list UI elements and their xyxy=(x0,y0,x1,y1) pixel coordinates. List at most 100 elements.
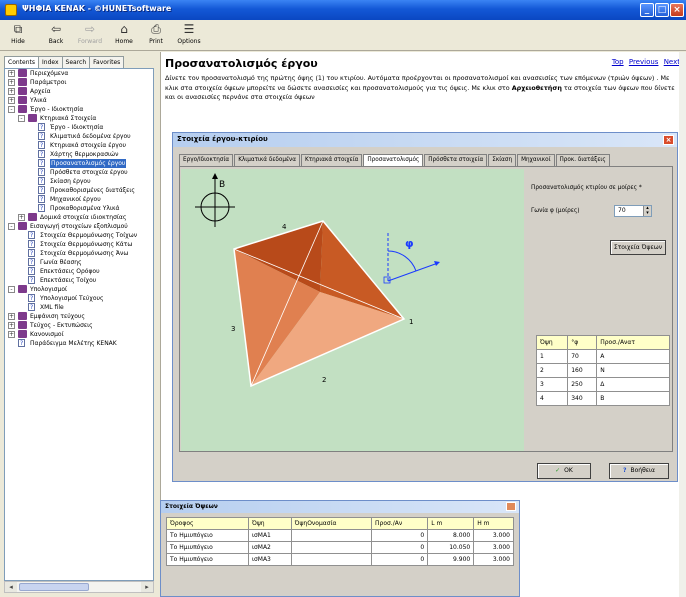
tree-item[interactable]: Στοιχεία Θερμομόνωσης Κάτω xyxy=(5,240,153,249)
table-cell[interactable]: 4 xyxy=(535,391,569,406)
angle-spinner[interactable]: ▴ ▾ xyxy=(643,206,651,216)
tree-item[interactable]: Γωνία θέασης xyxy=(5,258,153,267)
tab-climate[interactable]: Κλιματικά δεδομένα xyxy=(234,154,300,166)
table-cell[interactable]: 250 xyxy=(567,377,598,392)
tree-item[interactable]: Προκαθορισμένες διατάξεις xyxy=(5,186,153,195)
content-vertical-scrollbar[interactable] xyxy=(679,52,686,597)
tree-item[interactable]: Επεκτάσεις Τοίχου xyxy=(5,276,153,285)
expand-icon[interactable]: + xyxy=(8,88,15,95)
expand-icon[interactable]: + xyxy=(8,313,15,320)
tree-item[interactable]: Στοιχεία Θερμομόνωσης Άνω xyxy=(5,249,153,258)
tree-item[interactable]: Κτηριακά στοιχεία έργου xyxy=(5,141,153,150)
collapse-icon[interactable]: - xyxy=(8,106,15,113)
table-cell[interactable]: Δ xyxy=(596,377,670,392)
forward-button[interactable]: ⇨ Forward xyxy=(76,22,104,49)
options-button[interactable]: ☰ Options xyxy=(175,22,203,49)
tree-item[interactable]: Στοιχεία Θερμομόνωσης Τοίχων xyxy=(5,231,153,240)
table-row[interactable]: Το Ημιυπόγειο ισΜΑ1 0 8.000 3.000 xyxy=(166,529,514,542)
table-cell[interactable]: 160 xyxy=(567,363,598,378)
sides-data-button[interactable]: Στοιχεία Όψεων xyxy=(610,240,666,255)
angle-input[interactable]: 70 ▴ ▾ xyxy=(614,205,652,217)
table-cell[interactable]: Α xyxy=(596,349,670,364)
tree-item[interactable]: + Τεύχος - Εκτυπώσεις xyxy=(5,321,153,330)
expand-icon[interactable]: + xyxy=(8,70,15,77)
tree-item[interactable]: Προκαθορισμένα Υλικά xyxy=(5,204,153,213)
table-cell[interactable]: Το Ημιυπόγειο xyxy=(166,529,249,542)
tree-item[interactable]: + Αρχεία xyxy=(5,87,153,96)
tab-presets[interactable]: Προκ. διατάξεις xyxy=(555,154,610,166)
table-row[interactable]: Το Ημιυπόγειο ισΜΑ2 0 10.050 3.000 xyxy=(166,541,514,554)
column-header[interactable]: Όψη xyxy=(247,517,292,530)
table-cell[interactable]: 0 xyxy=(371,541,429,554)
scroll-thumb[interactable] xyxy=(19,583,89,591)
tree-item[interactable]: Κλιματικά δεδομένα έργου xyxy=(5,132,153,141)
table-cell[interactable]: 0 xyxy=(371,529,429,542)
contents-tree[interactable]: + Περιεχόμενα + Παράμετροι + Αρχεία + Υλικά - Έργ… xyxy=(4,68,154,581)
tree-item[interactable]: Προσανατολισμός έργου xyxy=(5,159,153,168)
close-button[interactable]: × xyxy=(670,3,684,17)
table-cell[interactable]: 3.000 xyxy=(473,529,514,542)
table-cell[interactable] xyxy=(290,553,373,566)
table-cell[interactable]: 3.000 xyxy=(473,553,514,566)
tree-item[interactable]: - Εισαγωγή στοιχείων εξοπλισμού xyxy=(5,222,153,231)
tab-index[interactable]: Index xyxy=(38,56,63,68)
table-row[interactable]: 3 250 Δ xyxy=(535,377,670,392)
dialog-close-button[interactable]: × xyxy=(663,135,674,145)
column-header[interactable]: Όψη xyxy=(535,335,569,350)
collapse-icon[interactable]: - xyxy=(8,286,15,293)
table-cell[interactable]: Το Ημιυπόγειο xyxy=(166,553,249,566)
tree-item[interactable]: Επεκτάσεις Ορόφου xyxy=(5,267,153,276)
table-cell[interactable]: 9.900 xyxy=(427,553,475,566)
table-cell[interactable]: Ν xyxy=(596,363,670,378)
tab-engineers[interactable]: Μηχανικοί xyxy=(517,154,555,166)
table-row[interactable]: Το Ημιυπόγειο ισΜΑ3 0 9.900 3.000 xyxy=(166,553,514,566)
tree-item[interactable]: - Υπολογισμοί xyxy=(5,285,153,294)
minimize-button[interactable]: _ xyxy=(640,3,654,17)
tree-item[interactable]: + Υλικά xyxy=(5,96,153,105)
table-cell[interactable]: ισΜΑ2 xyxy=(247,541,292,554)
tree-item[interactable]: + Εμφάνιση τεύχους xyxy=(5,312,153,321)
tree-item[interactable]: + Παράμετροι xyxy=(5,78,153,87)
table-cell[interactable]: 70 xyxy=(567,349,598,364)
column-header[interactable]: ΌψηΟνομασία xyxy=(290,517,373,530)
tab-project[interactable]: Εργο/Ιδιοκτησία xyxy=(179,154,234,166)
tree-item[interactable]: - Κτηριακά Στοιχεία xyxy=(5,114,153,123)
table-cell[interactable]: 8.000 xyxy=(427,529,475,542)
table-cell[interactable]: 3.000 xyxy=(473,541,514,554)
expand-icon[interactable]: + xyxy=(8,79,15,86)
expand-icon[interactable]: + xyxy=(8,322,15,329)
tab-additional[interactable]: Πρόσθετα στοιχεία xyxy=(424,154,488,166)
tree-item[interactable]: + Κανονισμοί xyxy=(5,330,153,339)
help-button[interactable]: ? Βοήθεια xyxy=(609,463,669,479)
hide-button[interactable]: ⧉ Hide xyxy=(4,22,32,49)
tree-item[interactable]: Υπολογισμοί Τεύχους xyxy=(5,294,153,303)
scroll-left-icon[interactable]: ◂ xyxy=(5,582,17,592)
collapse-icon[interactable]: - xyxy=(8,223,15,230)
table-cell[interactable]: 10.050 xyxy=(427,541,475,554)
table-cell[interactable]: 340 xyxy=(567,391,598,406)
table-row[interactable]: 4 340 Β xyxy=(535,391,670,406)
tab-building[interactable]: Κτηριακά στοιχεία xyxy=(300,154,363,166)
table-cell[interactable]: ισΜΑ1 xyxy=(247,529,292,542)
tree-horizontal-scrollbar[interactable]: ◂ ▸ xyxy=(4,581,154,593)
tree-item[interactable]: Χάρτης θερμοκρασιών xyxy=(5,150,153,159)
tree-item[interactable]: Σκίαση έργου xyxy=(5,177,153,186)
ok-button[interactable]: ✓ OK xyxy=(537,463,591,479)
tab-shading[interactable]: Σκίαση xyxy=(488,154,517,166)
collapse-icon[interactable]: - xyxy=(18,115,25,122)
table-row[interactable]: 1 70 Α xyxy=(535,349,670,364)
table-cell[interactable] xyxy=(290,541,373,554)
column-header[interactable]: H m xyxy=(473,517,514,530)
column-header[interactable]: Όροφος xyxy=(166,517,249,530)
tab-orientation[interactable]: Προσανατολισμός xyxy=(363,154,424,166)
tab-favorites[interactable]: Favorites xyxy=(89,56,125,68)
scroll-right-icon[interactable]: ▸ xyxy=(141,582,153,592)
column-header[interactable]: Προσ./Ανατ xyxy=(596,335,670,350)
column-header[interactable]: Προσ./Αν xyxy=(371,517,429,530)
table-cell[interactable]: ισΜΑ3 xyxy=(247,553,292,566)
home-button[interactable]: ⌂ Home xyxy=(110,22,138,49)
previous-link[interactable]: Previous xyxy=(629,58,659,66)
maximize-button[interactable]: □ xyxy=(655,3,669,17)
tree-item[interactable]: XML file xyxy=(5,303,153,312)
table-cell[interactable]: 2 xyxy=(535,363,569,378)
